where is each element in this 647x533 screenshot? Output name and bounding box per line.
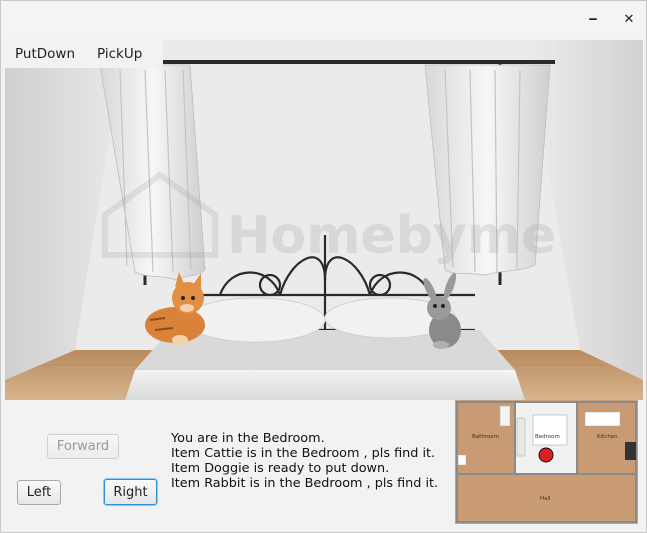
room-label-bedroom: Bedroom [535, 434, 560, 440]
menu-putdown[interactable]: PutDown [15, 46, 75, 62]
room-label-kitchen: Kitchen [597, 434, 618, 440]
minimize-button[interactable]: ‒ [584, 10, 602, 28]
message-line: Item Cattie is in the Bedroom , pls find… [171, 446, 436, 461]
right-button[interactable]: Right [104, 479, 157, 505]
room-label-bathroom: Bathroom [472, 434, 499, 440]
app-window: ‒ ✕ Homebyme PutDown PickUp Forward Left… [0, 0, 647, 533]
menu-bar: PutDown PickUp [5, 40, 163, 68]
message-line: You are in the Bedroom. [171, 431, 325, 446]
close-button[interactable]: ✕ [620, 10, 638, 28]
title-bar: ‒ ✕ [1, 1, 646, 39]
message-line: Item Doggie is ready to put down. [171, 461, 390, 476]
player-location-marker [538, 447, 554, 463]
floor-plan-map: Bathroom Bedroom Kitchen Hall [455, 400, 638, 524]
left-button[interactable]: Left [17, 480, 61, 505]
watermark-text: Homebyme [227, 206, 556, 266]
forward-button[interactable]: Forward [47, 434, 119, 459]
message-line: Item Rabbit is in the Bedroom , pls find… [171, 476, 439, 491]
bedroom-scene-image: Homebyme [5, 40, 643, 400]
menu-pickup[interactable]: PickUp [97, 46, 142, 62]
control-panel: Forward Left Right You are in the Bedroo… [5, 400, 645, 532]
scene-view: Homebyme [5, 40, 643, 400]
room-label-hall: Hall [540, 496, 551, 502]
message-log: You are in the Bedroom. Item Cattie is i… [171, 431, 461, 491]
